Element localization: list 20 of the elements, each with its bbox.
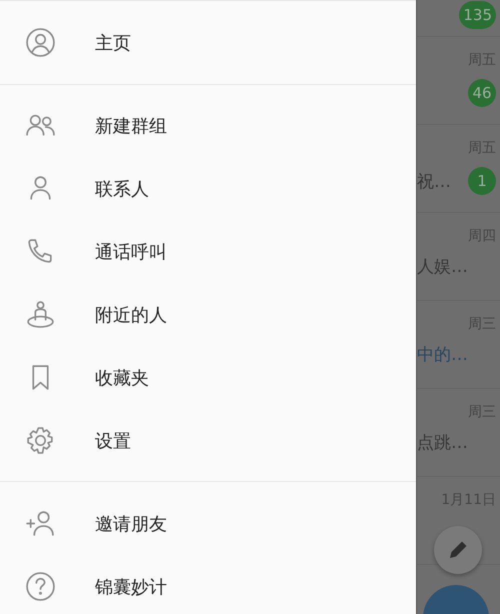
person-on-platform-icon xyxy=(25,299,56,330)
menu-item[interactable]: 设置 xyxy=(0,409,416,472)
compose-button[interactable] xyxy=(434,526,482,574)
message-preview: 点跳… xyxy=(417,432,468,454)
message-preview: 祝… xyxy=(417,170,451,192)
unread-count: 46 xyxy=(468,79,496,107)
unread-count: 135 xyxy=(459,1,496,29)
menu-item[interactable]: 联系人 xyxy=(0,157,416,220)
menu-item[interactable]: 通话呼叫 xyxy=(0,220,416,283)
menu-item[interactable]: 锦囊妙计 xyxy=(0,555,416,614)
menu-item[interactable]: 附近的人 xyxy=(0,283,416,346)
help-icon xyxy=(25,571,56,602)
menu-item[interactable]: 收藏夹 xyxy=(0,346,416,409)
menu-item[interactable]: 主页 xyxy=(0,1,416,84)
message-preview: 中的… xyxy=(417,344,468,366)
message-preview: 人娱… xyxy=(417,256,468,278)
menu-item[interactable]: 新建群组 xyxy=(0,94,416,157)
profile-icon xyxy=(25,27,56,58)
unread-count: 1 xyxy=(468,167,496,195)
menu-item[interactable]: 邀请朋友 xyxy=(0,492,416,555)
